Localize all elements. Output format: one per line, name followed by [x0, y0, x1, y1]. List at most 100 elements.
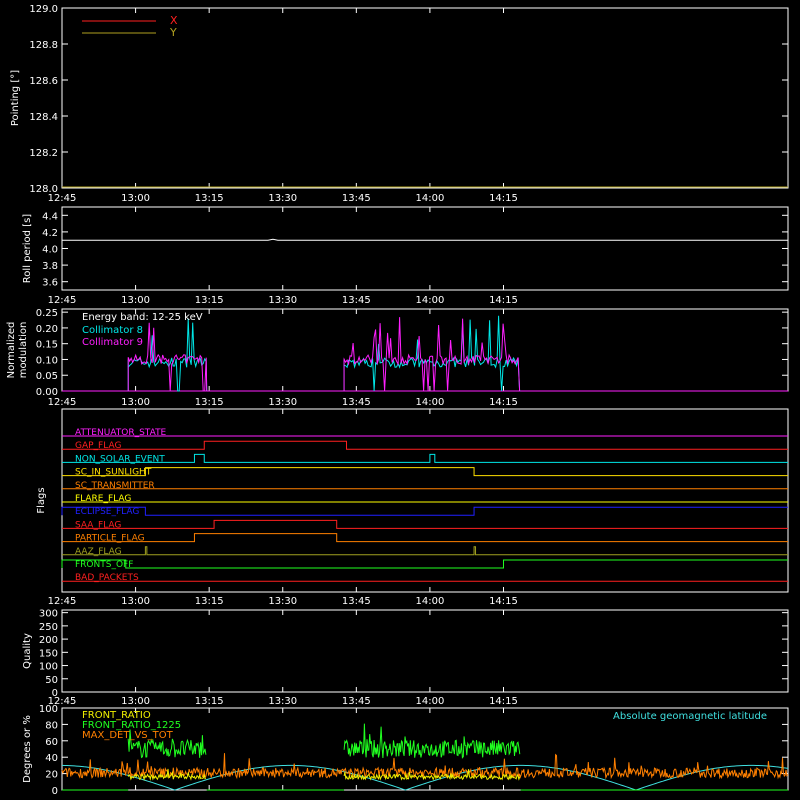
- flag-label: GAP_FLAG: [75, 441, 121, 451]
- flag-label: FLARE_FLAG: [75, 494, 131, 504]
- modulation-legend-label: Collimator 9: [82, 337, 143, 348]
- flags-time-label: 12:45: [48, 596, 77, 607]
- quality-ylabel: Quality: [22, 633, 33, 669]
- modulation-ytick-label: 0.05: [36, 371, 58, 382]
- pointing-ytick-label: 128.8: [29, 40, 58, 51]
- flags-time-label: 14:00: [415, 596, 444, 607]
- flag-label: SC_TRANSMITTER: [75, 481, 155, 491]
- flag-line-saa_flag: [62, 519, 788, 529]
- roll-ytick-label: 3.8: [42, 261, 58, 272]
- modulation-time-label: 13:00: [121, 397, 150, 408]
- flag-line-non_solar_event: [62, 453, 788, 463]
- roll-ytick-label: 4.4: [42, 211, 58, 222]
- quality-ytick-label: 50: [45, 675, 58, 686]
- quality-time-label: 14:15: [489, 696, 518, 707]
- flag-line-gap_flag: [62, 440, 788, 450]
- pointing-ylabel: Pointing [°]: [10, 70, 21, 126]
- quality-ytick-label: 150: [39, 648, 58, 659]
- roll-ytick-label: 4.2: [42, 228, 58, 239]
- pointing-ytick-label: 128.2: [29, 148, 58, 159]
- pointing-time-label: 13:30: [268, 193, 297, 204]
- quality-time-label: 13:00: [121, 696, 150, 707]
- pointing-time-label: 12:45: [48, 193, 77, 204]
- quality-time-label: 14:00: [415, 696, 444, 707]
- quality-time-label: 13:30: [268, 696, 297, 707]
- geomag-label: Absolute geomagnetic latitude: [613, 711, 767, 722]
- flag-label: BAD_PACKETS: [75, 573, 139, 583]
- flag-line-aaz_flag: [62, 546, 788, 556]
- ratios-legend-label: MAX_DET_VS_TOT: [82, 730, 174, 741]
- roll-time-label: 14:15: [489, 295, 518, 306]
- energy-band-label: Energy band: 12-25 keV: [82, 312, 203, 323]
- modulation-time-label: 13:30: [268, 397, 297, 408]
- ratios-ytick-label: 80: [45, 720, 58, 731]
- modulation-series-c9-1: [343, 317, 521, 392]
- flags-ylabel: Flags: [36, 487, 47, 513]
- pointing-time-label: 13:15: [195, 193, 224, 204]
- roll-ylabel: Roll period [s]: [22, 214, 33, 283]
- modulation-time-label: 12:45: [48, 397, 77, 408]
- roll-time-label: 14:00: [415, 295, 444, 306]
- front-ratio-1225-series-1: [343, 723, 521, 759]
- flag-label: AAZ_FLAG: [75, 547, 122, 557]
- quality-frame: [61, 609, 789, 693]
- flags-time-label: 13:45: [342, 596, 371, 607]
- pointing-time-label: 14:15: [489, 193, 518, 204]
- pointing-ytick-label: 128.6: [29, 76, 58, 87]
- pointing-time-label: 14:00: [415, 193, 444, 204]
- ratios-ytick-label: 100: [39, 704, 58, 715]
- roll-ytick-label: 4.0: [42, 245, 58, 256]
- roll-time-label: 13:30: [268, 295, 297, 306]
- quality-time-label: 13:15: [195, 696, 224, 707]
- modulation-ytick-label: 0.10: [36, 355, 58, 366]
- flags-time-label: 14:15: [489, 596, 518, 607]
- pointing-ytick-label: 129.0: [29, 4, 58, 15]
- roll-time-label: 13:45: [342, 295, 371, 306]
- flag-label: ECLIPSE_FLAG: [75, 507, 139, 517]
- modulation-time-label: 13:45: [342, 397, 371, 408]
- ratios-ytick-label: 20: [45, 770, 58, 781]
- text-layer: 128.0128.2128.4128.6128.8129.0Pointing […: [6, 4, 767, 797]
- flag-line-eclipse_flag: [61, 506, 788, 516]
- modulation-ytick-label: 0.20: [36, 324, 58, 335]
- flags-time-label: 13:30: [268, 596, 297, 607]
- pointing-legend-label: Y: [169, 26, 177, 39]
- quality-ytick-label: 100: [39, 662, 58, 673]
- chart: 128.0128.2128.4128.6128.8129.0Pointing […: [6, 4, 789, 797]
- flag-label: NON_SOLAR_EVENT: [75, 454, 165, 464]
- flag-label: PARTICLE_FLAG: [75, 534, 145, 544]
- flag-line-sc_in_sunlight: [62, 467, 788, 477]
- modulation-ylabel-1: Normalized: [6, 322, 17, 379]
- modulation-ytick-label: 0.15: [36, 340, 58, 351]
- max-det-series: [61, 753, 789, 780]
- ratios-ytick-label: 60: [45, 737, 58, 748]
- modulation-series-c8-1: [343, 315, 521, 392]
- modulation-time-label: 14:15: [489, 397, 518, 408]
- flag-label: SAA_FLAG: [75, 520, 121, 530]
- ratios-ytick-label: 40: [45, 753, 58, 764]
- flag-label: FRONTS_OFF: [75, 560, 133, 570]
- flag-label: ATTENUATOR_STATE: [75, 428, 167, 438]
- pointing-time-label: 13:45: [342, 193, 371, 204]
- roll-frame: [61, 206, 789, 291]
- flag-label: SC_IN_SUNLIGHT: [75, 468, 152, 478]
- modulation-legend-label: Collimator 8: [82, 325, 143, 336]
- quality-time-label: 13:45: [342, 696, 371, 707]
- flags-time-label: 13:15: [195, 596, 224, 607]
- modulation-ylabel-2: modulation: [18, 322, 29, 379]
- modulation-time-label: 14:00: [415, 397, 444, 408]
- quality-ytick-label: 250: [39, 622, 58, 633]
- roll-ytick-label: 3.6: [42, 278, 58, 289]
- roll-time-label: 13:00: [121, 295, 150, 306]
- flag-line-particle_flag: [62, 533, 788, 543]
- roll-time-label: 13:15: [195, 295, 224, 306]
- ratios-ytick-label: 0: [52, 786, 58, 797]
- quality-ytick-label: 300: [39, 609, 58, 620]
- pointing-time-label: 13:00: [121, 193, 150, 204]
- ratios-ylabel: Degrees or %: [22, 715, 33, 783]
- flag-line-fronts_off: [61, 559, 788, 569]
- roll-time-label: 12:45: [48, 295, 77, 306]
- modulation-time-label: 13:15: [195, 397, 224, 408]
- roll-series: [62, 238, 788, 241]
- flags-time-label: 13:00: [121, 596, 150, 607]
